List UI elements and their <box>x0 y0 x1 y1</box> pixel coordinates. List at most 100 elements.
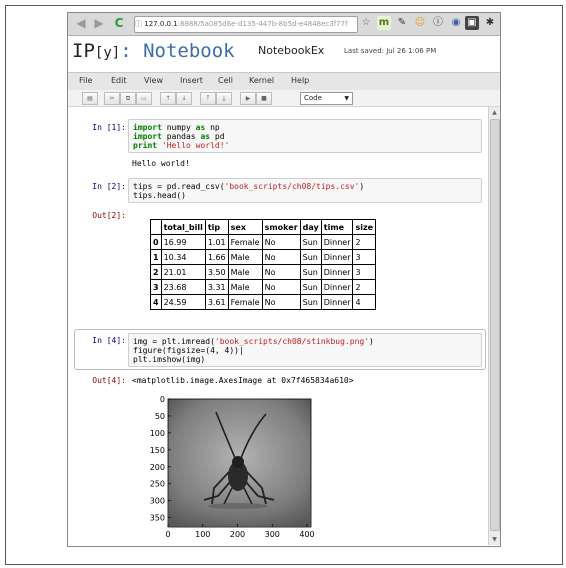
menu-kernel[interactable]: Kernel <box>249 76 274 85</box>
notebook-name[interactable]: NotebookEx <box>258 44 324 57</box>
tips-dataframe-table: total_bill tip sex smoker day time size 0 16.99 1… <box>150 219 377 310</box>
notebook-body: In [1]: import numpy as np import pandas… <box>68 107 488 546</box>
table-header-row: total_bill tip sex smoker day time size <box>150 219 377 235</box>
table-cell: Female <box>227 294 263 310</box>
imshow-plot: 0 50 100 150 200 250 300 350 0 100 200 300 400 <box>150 395 315 539</box>
table-cell: Dinner <box>320 264 354 280</box>
table-cell: Sun <box>299 279 322 295</box>
dropdown-arrow-icon: ▼ <box>344 95 349 102</box>
table-cell: No <box>261 249 301 265</box>
cell-4-in-prompt: In [4]: <box>92 336 126 345</box>
table-row: 0 16.99 1.01 Female No Sun Dinner 2 <box>150 234 377 250</box>
extension-info-icon[interactable]: ⓘ <box>431 16 445 30</box>
copy-icon[interactable]: ⧉ <box>120 92 136 105</box>
table-cell: 24.59 <box>160 294 206 310</box>
table-row-index: 2 <box>150 264 162 280</box>
cell-4-out-prompt: Out[4]: <box>92 376 126 385</box>
table-row-index: 0 <box>150 234 162 250</box>
menu-edit[interactable]: Edit <box>111 76 127 85</box>
table-cell: Sun <box>299 234 322 250</box>
table-row-index: 3 <box>150 279 162 295</box>
table-row: 3 23.68 3.31 Male No Sun Dinner 2 <box>150 279 377 295</box>
cell-1-input[interactable]: import numpy as np import pandas as pd p… <box>128 119 482 153</box>
table-cell: Dinner <box>320 294 354 310</box>
table-row-index: 1 <box>150 249 162 265</box>
table-cell: 1.66 <box>204 249 229 265</box>
scroll-up-arrow-icon[interactable]: ▲ <box>490 108 499 117</box>
scroll-down-arrow-icon[interactable]: ▼ <box>490 535 499 544</box>
browser-toolbar: ◀ ▶ C ⓘ 127.0.0.1:8888/5a085d6e-d135-447… <box>68 13 500 36</box>
y-tick-label: 250 <box>150 480 165 489</box>
table-cell: 21.01 <box>160 264 206 280</box>
extension-m-icon[interactable]: m <box>377 16 391 30</box>
forward-arrow-icon[interactable]: ▶ <box>92 16 106 30</box>
cell-4-output: <matplotlib.image.AxesImage at 0x7f46583… <box>132 376 354 385</box>
extension-pin-icon[interactable]: ✎ <box>395 16 409 30</box>
address-bar[interactable]: ⓘ 127.0.0.1:8888/5a085d6e-d135-447b-8b5d… <box>134 16 358 33</box>
y-tick-label: 300 <box>150 497 165 506</box>
scrollbar-thumb[interactable] <box>490 119 500 531</box>
y-tick-label: 350 <box>150 514 165 523</box>
save-icon[interactable]: ▤ <box>82 92 98 105</box>
run-icon[interactable]: ▶ <box>240 92 256 105</box>
ipython-logo: IP[y]: Notebook <box>72 40 235 62</box>
table-cell: No <box>261 294 301 310</box>
cell-2-out-prompt: Out[2]: <box>92 211 126 220</box>
x-tick-label: 0 <box>165 530 170 539</box>
reload-icon[interactable]: C <box>112 16 126 30</box>
table-cell: 10.34 <box>160 249 206 265</box>
x-tick-label: 200 <box>230 530 245 539</box>
extension-globe-icon[interactable]: ◉ <box>449 16 463 30</box>
insert-above-icon[interactable]: ⤒ <box>200 92 216 105</box>
cell-type-select[interactable]: Code ▼ <box>300 92 353 105</box>
table-column-header: total_bill <box>160 219 206 235</box>
menu-view[interactable]: View <box>144 76 163 85</box>
last-saved-status: Last saved: Jul 26 1:06 PM <box>344 47 437 55</box>
move-up-icon[interactable]: ↑ <box>160 92 176 105</box>
extension-face-icon[interactable]: ☺ <box>413 16 427 30</box>
cell-1-output: Hello world! <box>132 159 190 168</box>
table-column-header: size <box>352 219 377 235</box>
extension-gear-icon[interactable]: ▣ <box>465 16 479 30</box>
browser-window: ◀ ▶ C ⓘ 127.0.0.1:8888/5a085d6e-d135-447… <box>67 12 501 547</box>
x-tick-label: 300 <box>265 530 280 539</box>
table-cell: Male <box>227 249 263 265</box>
notebook-header: IP[y]: Notebook NotebookEx Last saved: J… <box>68 36 500 72</box>
cell-4-input[interactable]: img = plt.imread('book_scripts/ch08/stin… <box>128 333 482 367</box>
table-cell: Sun <box>299 264 322 280</box>
table-row-index: 4 <box>150 294 162 310</box>
insert-below-icon[interactable]: ⤓ <box>216 92 232 105</box>
bookmark-star-icon[interactable]: ☆ <box>359 16 373 30</box>
x-tick-label: 400 <box>299 530 314 539</box>
notebook-scrollbar[interactable]: ▲ ▼ <box>488 107 500 545</box>
menu-cell[interactable]: Cell <box>218 76 233 85</box>
table-row: 4 24.59 3.61 Female No Sun Dinner 4 <box>150 294 377 310</box>
y-tick-label: 50 <box>155 412 165 421</box>
table-cell: Male <box>227 264 263 280</box>
table-column-header: day <box>299 219 322 235</box>
wrench-icon[interactable]: ✱ <box>483 16 497 30</box>
table-cell: 3.50 <box>204 264 229 280</box>
table-row: 2 21.01 3.50 Male No Sun Dinner 3 <box>150 264 377 280</box>
cell-1-in-prompt: In [1]: <box>92 123 126 132</box>
move-down-icon[interactable]: ↓ <box>176 92 192 105</box>
table-cell: No <box>261 279 301 295</box>
stop-icon[interactable]: ■ <box>256 92 272 105</box>
table-cell: 3 <box>352 249 377 265</box>
table-cell: Dinner <box>320 279 354 295</box>
menu-file[interactable]: File <box>79 76 92 85</box>
menu-help[interactable]: Help <box>291 76 309 85</box>
table-cell: 16.99 <box>160 234 206 250</box>
page-icon: ⓘ <box>135 20 145 28</box>
table-column-header: tip <box>204 219 229 235</box>
table-cell: 2 <box>352 234 377 250</box>
table-column-header: time <box>320 219 354 235</box>
cut-icon[interactable]: ✂ <box>104 92 120 105</box>
menu-insert[interactable]: Insert <box>180 76 203 85</box>
paste-icon[interactable]: ▭ <box>136 92 152 105</box>
cell-2-input[interactable]: tips = pd.read_csv('book_scripts/ch08/ti… <box>128 178 482 203</box>
table-cell: 2 <box>352 279 377 295</box>
table-cell: No <box>261 264 301 280</box>
table-column-header: smoker <box>261 219 301 235</box>
back-arrow-icon[interactable]: ◀ <box>74 16 88 30</box>
